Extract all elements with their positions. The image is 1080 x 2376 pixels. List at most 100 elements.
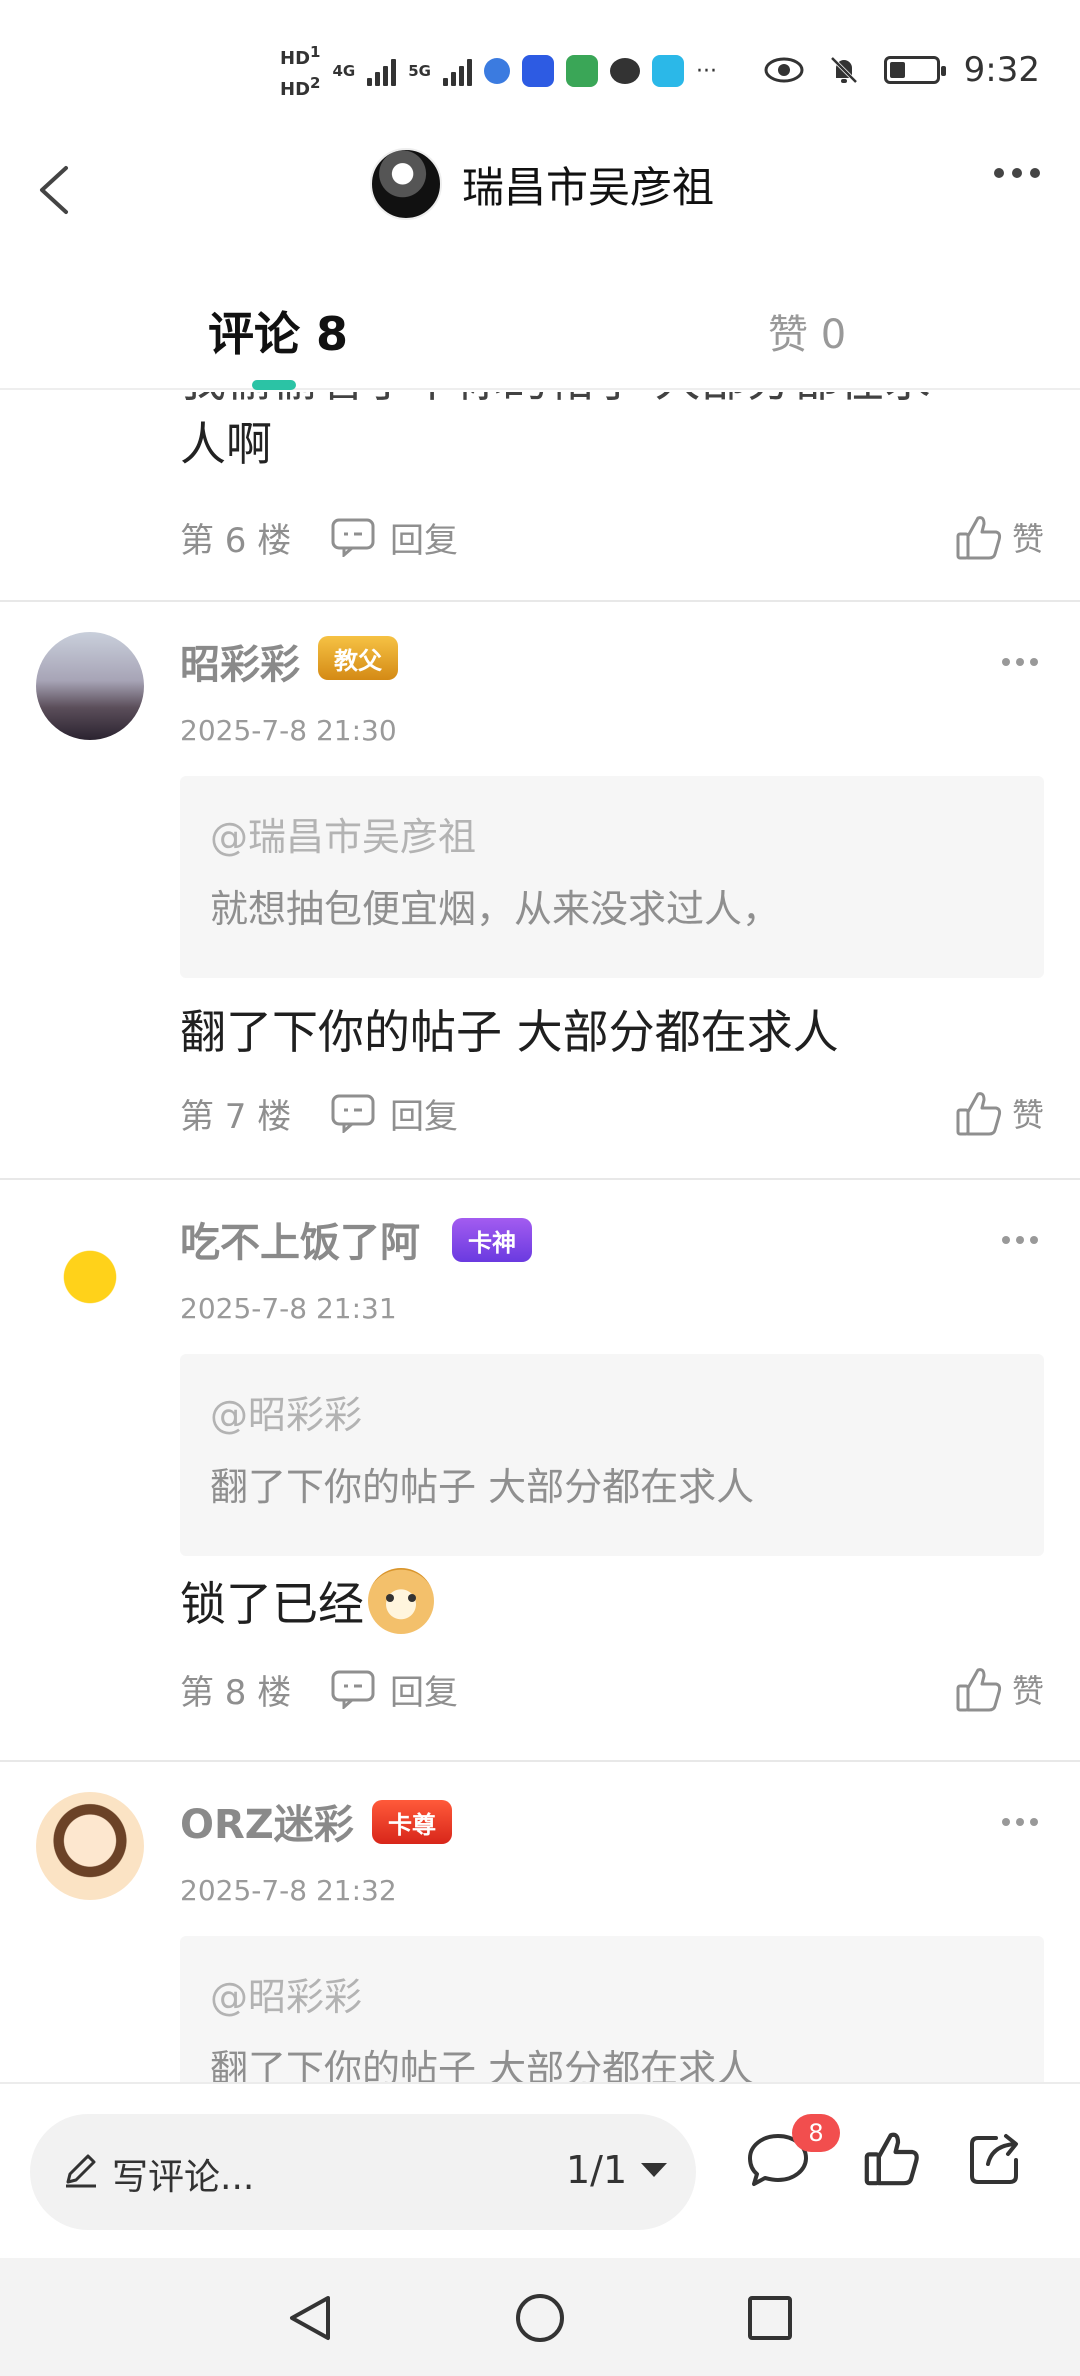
author-avatar[interactable] [370, 148, 442, 220]
quote-text: 翻了下你的帖子 大部分都在求人 [210, 1465, 755, 1509]
like-button[interactable]: 赞 [954, 1664, 1044, 1714]
hd2-sub: 2 [310, 74, 321, 92]
more-options-icon[interactable] [994, 168, 1040, 178]
author-name[interactable]: 瑞昌市吴彦祖 [462, 154, 714, 215]
comment-item: 我偷偷看了下你的帖子 大部分都在求 人啊 第 6 楼 回复 赞 [0, 392, 1080, 602]
comment-item: 昭彩彩 教父 2025-7-8 21:30 @瑞昌市吴彦祖 就想抽包便宜烟，从来… [0, 602, 1080, 1180]
quote-mention[interactable]: @昭彩彩 [210, 1390, 1014, 1440]
battery-icon [883, 56, 946, 84]
reply-label: 回复 [390, 1096, 458, 1137]
comment-more-icon[interactable] [1002, 658, 1038, 666]
reply-label: 回复 [390, 1672, 458, 1713]
comment-date: 2025-7-8 21:31 [180, 1292, 397, 1325]
bottom-action-bar: 写评论... 1/1 8 [0, 2082, 1080, 2258]
thumbs-up-icon [956, 1668, 1002, 1712]
reply-button[interactable]: 回复 [330, 513, 458, 562]
post-header: 瑞昌市吴彦祖 [0, 140, 1080, 240]
floor-number: 第 6 楼 [180, 520, 292, 561]
system-nav-bar [0, 2258, 1080, 2376]
user-badge: 卡尊 [372, 1800, 452, 1844]
quoted-comment: @昭彩彩 翻了下你的帖子 大部分都在求人 [180, 1936, 1044, 2082]
nav-recent-apps-icon[interactable] [746, 2294, 794, 2342]
like-label: 赞 [1011, 1672, 1044, 1710]
comment-input[interactable]: 写评论... 1/1 [30, 2114, 696, 2230]
username[interactable]: ORZ迷彩 [180, 1792, 354, 1850]
signal-icon-2 [442, 56, 472, 86]
comment-list: 我偷偷看了下你的帖子 大部分都在求 人啊 第 6 楼 回复 赞 昭彩彩 教父 2… [0, 392, 1080, 2082]
comment-text: 人啊 [180, 417, 272, 471]
comment-item: 吃不上饭了阿 卡神 2025-7-8 21:31 @昭彩彩 翻了下你的帖子 大部… [0, 1180, 1080, 1762]
comment-count-badge: 8 [792, 2114, 840, 2152]
quote-text: 翻了下你的帖子 大部分都在求人 [210, 2047, 755, 2082]
clock: 9:32 [963, 50, 1040, 90]
reply-button[interactable]: 回复 [330, 1665, 458, 1714]
quote-mention[interactable]: @瑞昌市吴彦祖 [210, 812, 1014, 862]
weather-app-icon [651, 55, 684, 87]
reply-button[interactable]: 回复 [330, 1089, 458, 1138]
nav-back-icon[interactable] [284, 2292, 336, 2344]
mute-bell-icon [830, 56, 858, 84]
comment-item: ORZ迷彩 卡尊 2025-7-8 21:32 @昭彩彩 翻了下你的帖子 大部分… [0, 1762, 1080, 2082]
browser-app-icon [483, 58, 510, 84]
reply-icon [331, 518, 375, 557]
comment-more-icon[interactable] [1002, 1818, 1038, 1826]
comment-footer: 第 7 楼 回复 赞 [180, 1088, 1044, 1138]
green-app-icon [565, 55, 598, 87]
comment-footer: 第 8 楼 回复 赞 [180, 1664, 1044, 1714]
tab-likes[interactable]: 赞 0 [768, 302, 846, 360]
comment-more-icon[interactable] [1002, 1236, 1038, 1244]
network-5g-label: 5G [408, 62, 431, 80]
user-badge: 教父 [318, 636, 398, 680]
doge-emoji-icon [368, 1568, 434, 1634]
user-avatar[interactable] [36, 1210, 144, 1318]
back-arrow-icon[interactable] [28, 160, 88, 220]
reply-icon [331, 1094, 375, 1133]
comment-text: 翻了下你的帖子 大部分都在求人 [180, 996, 839, 1062]
thumbs-up-icon[interactable] [862, 2128, 922, 2188]
nav-home-icon[interactable] [514, 2292, 566, 2344]
pen-icon [66, 2154, 96, 2188]
status-left: HD1 HD2 4G 5G ··· [280, 40, 717, 102]
signal-icon [367, 56, 397, 86]
hd1-sub: 1 [310, 43, 321, 61]
page-indicator[interactable]: 1/1 [566, 2148, 668, 2192]
comment-text: 锁了已经 [180, 1568, 434, 1634]
username[interactable]: 吃不上饭了阿 [180, 1210, 420, 1268]
battery-level [889, 62, 905, 78]
screen: HD1 HD2 4G 5G ··· 9:32 瑞昌市吴彦祖 评论 8 赞 0 人… [0, 0, 1080, 2376]
dropdown-arrow-icon [641, 2163, 668, 2177]
like-label: 赞 [1011, 520, 1044, 558]
status-right: 9:32 [764, 50, 1040, 90]
user-avatar[interactable] [36, 1792, 144, 1900]
like-button[interactable]: 赞 [954, 512, 1044, 562]
message-icon [609, 58, 640, 84]
username[interactable]: 昭彩彩 [180, 632, 300, 690]
hd-indicator: HD1 HD2 [280, 40, 320, 102]
page-indicator-label: 1/1 [566, 2148, 628, 2192]
comment-date: 2025-7-8 21:30 [180, 714, 397, 747]
thumbs-up-icon [956, 516, 1002, 560]
quote-mention[interactable]: @昭彩彩 [210, 1972, 1014, 2022]
tab-comments[interactable]: 评论 8 [208, 298, 348, 364]
comment-text-partial: 我偷偷看了下你的帖子 大部分都在求 [180, 392, 931, 412]
author-info[interactable]: 瑞昌市吴彦祖 [370, 148, 714, 220]
quote-text: 就想抽包便宜烟，从来没求过人， [210, 887, 781, 931]
thumbs-up-icon [956, 1092, 1002, 1136]
floor-number: 第 8 楼 [180, 1672, 292, 1713]
quoted-comment: @瑞昌市吴彦祖 就想抽包便宜烟，从来没求过人， [180, 776, 1044, 978]
reply-icon [331, 1670, 375, 1709]
comment-input-placeholder: 写评论... [112, 2157, 255, 2198]
like-button[interactable]: 赞 [954, 1088, 1044, 1138]
tab-bar: 评论 8 赞 0 [0, 270, 1080, 390]
tab-active-indicator [252, 380, 296, 390]
comment-footer: 第 6 楼 回复 赞 [180, 512, 1044, 562]
user-avatar[interactable] [36, 632, 144, 740]
network-4g-label: 4G [332, 62, 356, 80]
floor-number: 第 7 楼 [180, 1096, 292, 1137]
chat-app-icon [521, 55, 554, 87]
eye-icon [764, 57, 804, 83]
quoted-comment: @昭彩彩 翻了下你的帖子 大部分都在求人 [180, 1354, 1044, 1556]
hd2-label: HD [280, 79, 311, 100]
comment-text-content: 翻了下你的帖子 大部分都在求人 [180, 1005, 839, 1059]
share-icon[interactable] [966, 2128, 1026, 2188]
